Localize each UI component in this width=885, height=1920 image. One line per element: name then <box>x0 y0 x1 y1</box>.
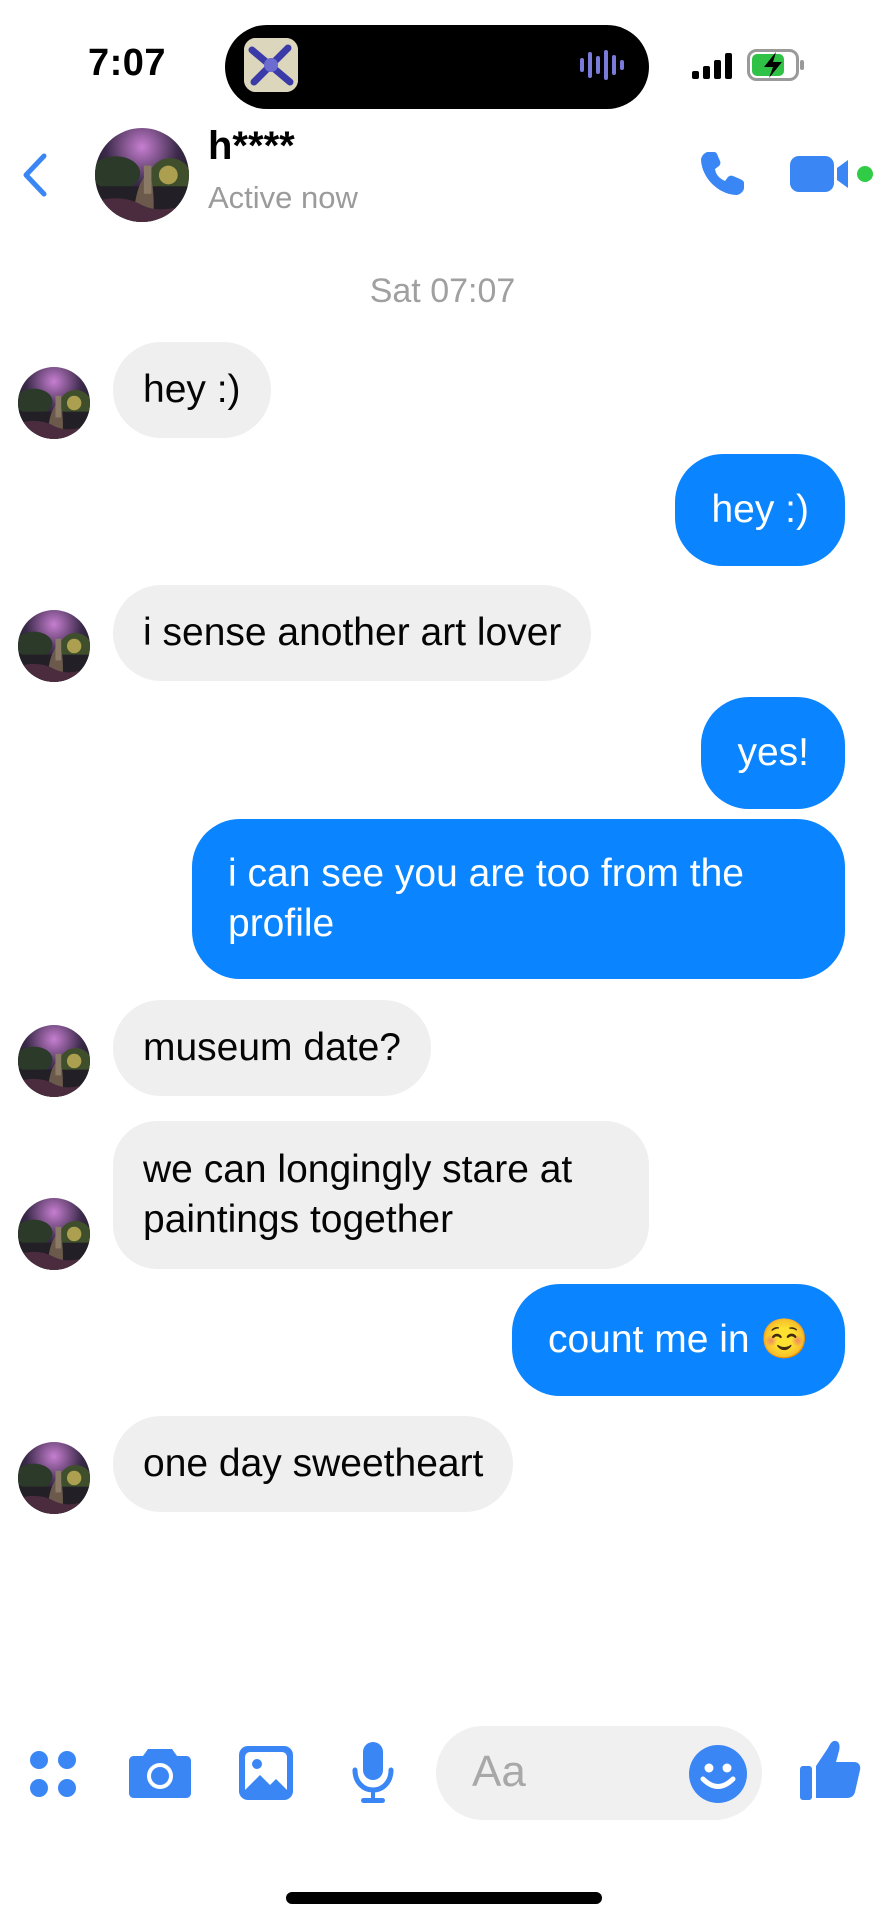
conversation-timestamp: Sat 07:07 <box>369 272 516 310</box>
apps-icon[interactable] <box>27 1748 79 1800</box>
status-time: 7:07 <box>88 42 167 84</box>
outgoing-message[interactable]: hey :) <box>675 454 845 566</box>
sender-avatar[interactable] <box>18 610 90 682</box>
video-camera-icon[interactable] <box>790 154 858 194</box>
outgoing-message[interactable]: i can see you are too from the profile <box>192 819 845 979</box>
contact-avatar[interactable] <box>95 128 189 222</box>
sender-avatar[interactable] <box>18 1442 90 1514</box>
phone-icon[interactable] <box>696 148 748 200</box>
back-chevron-icon[interactable] <box>20 152 50 198</box>
message-input-placeholder: Aa <box>472 1747 526 1796</box>
outgoing-message[interactable]: count me in ☺️ <box>511 1284 845 1396</box>
incoming-message[interactable]: we can longingly stare at paintings toge… <box>113 1121 649 1269</box>
sender-avatar[interactable] <box>18 1198 90 1270</box>
home-indicator[interactable] <box>286 1892 602 1904</box>
microphone-icon[interactable] <box>350 1740 396 1804</box>
gallery-icon[interactable] <box>238 1745 294 1801</box>
camera-icon[interactable] <box>128 1745 192 1799</box>
waveform-icon <box>580 50 624 80</box>
incoming-message[interactable]: museum date? <box>113 1000 431 1096</box>
active-status-dot <box>857 166 873 182</box>
contact-status: Active now <box>208 180 358 215</box>
sender-avatar[interactable] <box>18 1025 90 1097</box>
incoming-message[interactable]: one day sweetheart <box>113 1416 514 1512</box>
sender-avatar[interactable] <box>18 367 90 439</box>
contact-name[interactable]: h**** <box>208 124 295 169</box>
emoji-icon[interactable] <box>688 1744 748 1804</box>
audio-app-icon[interactable] <box>244 38 298 92</box>
cellular-signal-icon <box>692 53 732 79</box>
battery-charging-icon <box>747 49 804 81</box>
thumbs-up-icon[interactable] <box>798 1738 862 1802</box>
incoming-message[interactable]: hey :) <box>113 342 271 438</box>
incoming-message[interactable]: i sense another art lover <box>113 585 592 681</box>
outgoing-message[interactable]: yes! <box>701 697 845 809</box>
